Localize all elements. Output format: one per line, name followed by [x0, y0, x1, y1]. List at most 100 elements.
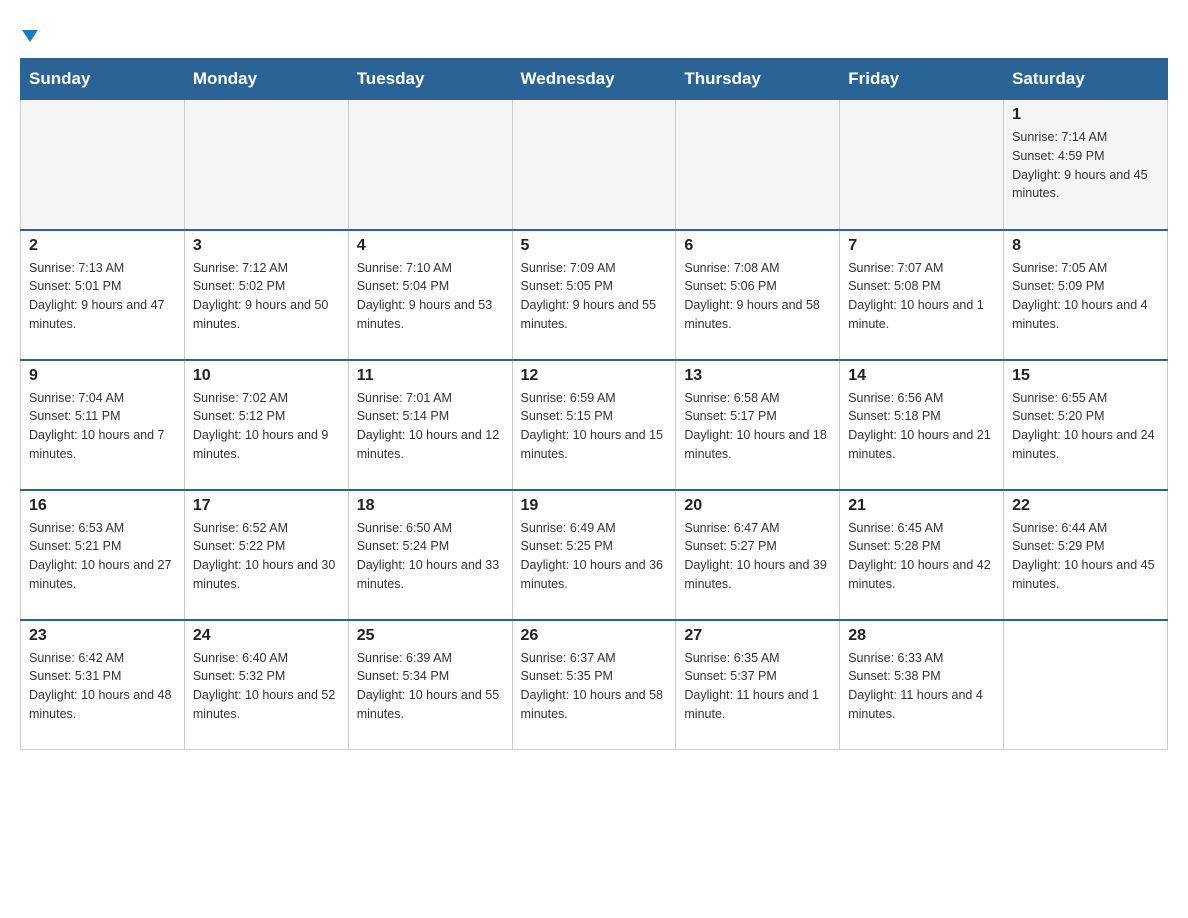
- day-info: Sunrise: 7:14 AMSunset: 4:59 PMDaylight:…: [1012, 128, 1159, 203]
- day-info: Sunrise: 6:44 AMSunset: 5:29 PMDaylight:…: [1012, 519, 1159, 594]
- calendar-cell: 3 Sunrise: 7:12 AMSunset: 5:02 PMDaylight…: [184, 230, 348, 360]
- day-info: Sunrise: 6:53 AMSunset: 5:21 PMDaylight:…: [29, 519, 176, 594]
- calendar-cell: 1 Sunrise: 7:14 AMSunset: 4:59 PMDaylight…: [1004, 100, 1168, 230]
- calendar-cell: [21, 100, 185, 230]
- day-number: 2: [29, 237, 176, 255]
- day-number: 28: [848, 627, 995, 645]
- day-number: 1: [1012, 106, 1159, 124]
- calendar-week-row: 2 Sunrise: 7:13 AMSunset: 5:01 PMDaylight…: [21, 230, 1168, 360]
- calendar-cell: 18 Sunrise: 6:50 AMSunset: 5:24 PMDayligh…: [348, 490, 512, 620]
- calendar-header-thursday: Thursday: [676, 59, 840, 100]
- calendar-header-saturday: Saturday: [1004, 59, 1168, 100]
- day-info: Sunrise: 6:50 AMSunset: 5:24 PMDaylight:…: [357, 519, 504, 594]
- day-info: Sunrise: 6:37 AMSunset: 5:35 PMDaylight:…: [521, 649, 668, 724]
- day-info: Sunrise: 6:49 AMSunset: 5:25 PMDaylight:…: [521, 519, 668, 594]
- calendar-header-monday: Monday: [184, 59, 348, 100]
- calendar-cell: 20Sunrise: 6:47 AMSunset: 5:27 PMDayligh…: [676, 490, 840, 620]
- day-number: 6: [684, 237, 831, 255]
- calendar-cell: [512, 100, 676, 230]
- day-info: Sunrise: 7:07 AMSunset: 5:08 PMDaylight:…: [848, 259, 995, 334]
- day-info: Sunrise: 7:04 AMSunset: 5:11 PMDaylight:…: [29, 389, 176, 464]
- day-info: Sunrise: 7:12 AMSunset: 5:02 PMDaylight:…: [193, 259, 340, 334]
- day-info: Sunrise: 6:42 AMSunset: 5:31 PMDaylight:…: [29, 649, 176, 724]
- day-number: 23: [29, 627, 176, 645]
- day-info: Sunrise: 7:09 AMSunset: 5:05 PMDaylight:…: [521, 259, 668, 334]
- day-info: Sunrise: 6:58 AMSunset: 5:17 PMDaylight:…: [684, 389, 831, 464]
- day-number: 17: [193, 497, 340, 515]
- day-info: Sunrise: 6:35 AMSunset: 5:37 PMDaylight:…: [684, 649, 831, 724]
- calendar-cell: [840, 100, 1004, 230]
- day-number: 22: [1012, 497, 1159, 515]
- calendar-cell: [676, 100, 840, 230]
- day-info: Sunrise: 7:10 AMSunset: 5:04 PMDaylight:…: [357, 259, 504, 334]
- calendar-header-tuesday: Tuesday: [348, 59, 512, 100]
- calendar-cell: 19 Sunrise: 6:49 AMSunset: 5:25 PMDayligh…: [512, 490, 676, 620]
- day-info: Sunrise: 7:08 AMSunset: 5:06 PMDaylight:…: [684, 259, 831, 334]
- day-info: Sunrise: 6:52 AMSunset: 5:22 PMDaylight:…: [193, 519, 340, 594]
- calendar-cell: 24 Sunrise: 6:40 AMSunset: 5:32 PMDayligh…: [184, 620, 348, 750]
- logo-triangle-icon: [22, 30, 38, 42]
- calendar-cell: 13 Sunrise: 6:58 AMSunset: 5:17 PMDayligh…: [676, 360, 840, 490]
- calendar-cell: 5 Sunrise: 7:09 AMSunset: 5:05 PMDaylight…: [512, 230, 676, 360]
- calendar-cell: [184, 100, 348, 230]
- day-number: 19: [521, 497, 668, 515]
- calendar-cell: 11 Sunrise: 7:01 AMSunset: 5:14 PMDayligh…: [348, 360, 512, 490]
- day-info: Sunrise: 6:45 AMSunset: 5:28 PMDaylight:…: [848, 519, 995, 594]
- day-number: 4: [357, 237, 504, 255]
- day-info: Sunrise: 6:40 AMSunset: 5:32 PMDaylight:…: [193, 649, 340, 724]
- day-number: 14: [848, 367, 995, 385]
- calendar-week-row: 16 Sunrise: 6:53 AMSunset: 5:21 PMDayligh…: [21, 490, 1168, 620]
- calendar-cell: 27Sunrise: 6:35 AMSunset: 5:37 PMDayligh…: [676, 620, 840, 750]
- day-info: Sunrise: 7:02 AMSunset: 5:12 PMDaylight:…: [193, 389, 340, 464]
- day-info: Sunrise: 6:33 AMSunset: 5:38 PMDaylight:…: [848, 649, 995, 724]
- calendar-cell: 17 Sunrise: 6:52 AMSunset: 5:22 PMDayligh…: [184, 490, 348, 620]
- calendar-cell: 25Sunrise: 6:39 AMSunset: 5:34 PMDayligh…: [348, 620, 512, 750]
- logo: [20, 20, 38, 48]
- day-number: 20: [684, 497, 831, 515]
- calendar-week-row: 1 Sunrise: 7:14 AMSunset: 4:59 PMDaylight…: [21, 100, 1168, 230]
- day-number: 9: [29, 367, 176, 385]
- calendar-cell: 23 Sunrise: 6:42 AMSunset: 5:31 PMDayligh…: [21, 620, 185, 750]
- day-number: 10: [193, 367, 340, 385]
- calendar-cell: 10 Sunrise: 7:02 AMSunset: 5:12 PMDayligh…: [184, 360, 348, 490]
- day-info: Sunrise: 6:39 AMSunset: 5:34 PMDaylight:…: [357, 649, 504, 724]
- calendar-cell: 26Sunrise: 6:37 AMSunset: 5:35 PMDayligh…: [512, 620, 676, 750]
- calendar-cell: [348, 100, 512, 230]
- day-info: Sunrise: 6:56 AMSunset: 5:18 PMDaylight:…: [848, 389, 995, 464]
- calendar-cell: 16 Sunrise: 6:53 AMSunset: 5:21 PMDayligh…: [21, 490, 185, 620]
- day-info: Sunrise: 7:05 AMSunset: 5:09 PMDaylight:…: [1012, 259, 1159, 334]
- calendar-header-wednesday: Wednesday: [512, 59, 676, 100]
- day-number: 12: [521, 367, 668, 385]
- calendar-cell: 2 Sunrise: 7:13 AMSunset: 5:01 PMDaylight…: [21, 230, 185, 360]
- calendar-cell: [1004, 620, 1168, 750]
- calendar-header-row: SundayMondayTuesdayWednesdayThursdayFrid…: [21, 59, 1168, 100]
- calendar-week-row: 23 Sunrise: 6:42 AMSunset: 5:31 PMDayligh…: [21, 620, 1168, 750]
- day-info: Sunrise: 6:55 AMSunset: 5:20 PMDaylight:…: [1012, 389, 1159, 464]
- day-number: 3: [193, 237, 340, 255]
- calendar-cell: 28 Sunrise: 6:33 AMSunset: 5:38 PMDayligh…: [840, 620, 1004, 750]
- calendar-week-row: 9 Sunrise: 7:04 AMSunset: 5:11 PMDaylight…: [21, 360, 1168, 490]
- calendar-cell: 7 Sunrise: 7:07 AMSunset: 5:08 PMDaylight…: [840, 230, 1004, 360]
- calendar-cell: 12 Sunrise: 6:59 AMSunset: 5:15 PMDayligh…: [512, 360, 676, 490]
- day-number: 18: [357, 497, 504, 515]
- calendar-cell: 14 Sunrise: 6:56 AMSunset: 5:18 PMDayligh…: [840, 360, 1004, 490]
- day-number: 11: [357, 367, 504, 385]
- calendar-header-friday: Friday: [840, 59, 1004, 100]
- calendar-cell: 22 Sunrise: 6:44 AMSunset: 5:29 PMDayligh…: [1004, 490, 1168, 620]
- calendar-cell: 21 Sunrise: 6:45 AMSunset: 5:28 PMDayligh…: [840, 490, 1004, 620]
- day-info: Sunrise: 7:13 AMSunset: 5:01 PMDaylight:…: [29, 259, 176, 334]
- day-info: Sunrise: 6:59 AMSunset: 5:15 PMDaylight:…: [521, 389, 668, 464]
- day-number: 16: [29, 497, 176, 515]
- calendar-cell: 9 Sunrise: 7:04 AMSunset: 5:11 PMDaylight…: [21, 360, 185, 490]
- day-number: 7: [848, 237, 995, 255]
- calendar-cell: 15Sunrise: 6:55 AMSunset: 5:20 PMDayligh…: [1004, 360, 1168, 490]
- day-number: 5: [521, 237, 668, 255]
- calendar-cell: 6 Sunrise: 7:08 AMSunset: 5:06 PMDaylight…: [676, 230, 840, 360]
- page-header: [20, 20, 1168, 48]
- day-info: Sunrise: 7:01 AMSunset: 5:14 PMDaylight:…: [357, 389, 504, 464]
- day-number: 13: [684, 367, 831, 385]
- day-number: 8: [1012, 237, 1159, 255]
- calendar-cell: 8 Sunrise: 7:05 AMSunset: 5:09 PMDaylight…: [1004, 230, 1168, 360]
- day-number: 24: [193, 627, 340, 645]
- day-number: 21: [848, 497, 995, 515]
